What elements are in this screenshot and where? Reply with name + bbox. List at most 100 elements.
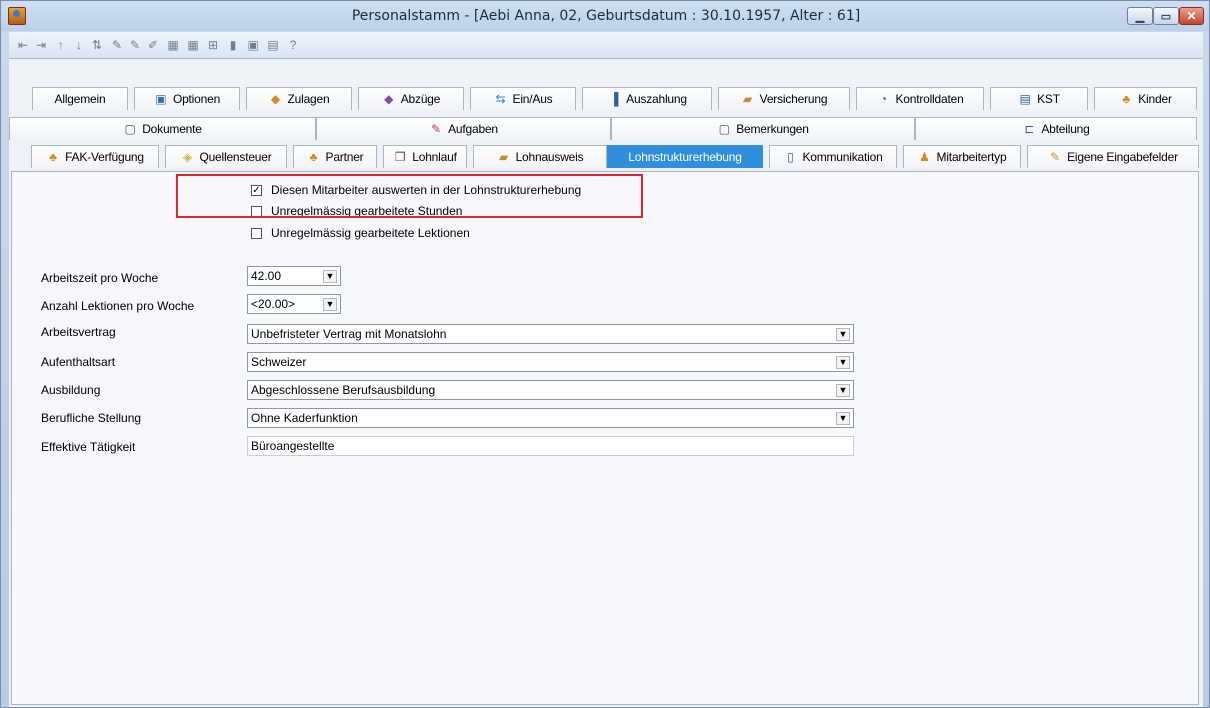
sort-icon[interactable]: ⇅ bbox=[89, 37, 105, 53]
lektionen-combo[interactable]: <20.00> ▼ bbox=[247, 294, 341, 314]
label-lektionen: Anzahl Lektionen pro Woche bbox=[41, 299, 195, 313]
employee-type-icon: ♟ bbox=[919, 150, 930, 164]
department-icon: ⊏ bbox=[1024, 122, 1035, 136]
chevron-down-icon[interactable]: ▼ bbox=[323, 298, 337, 311]
tab-row-3: ♣ FAK-Verfügung ◈ Quellensteuer ♣ Partner ❐… bbox=[9, 145, 1199, 169]
tab-auszahlung[interactable]: ▐ Auszahlung bbox=[582, 87, 712, 110]
tab-optionen[interactable]: ▣ Optionen bbox=[134, 87, 240, 110]
tab-row-1: Allgemein ▣ Optionen ◆ Zulagen ◆ Abzüge ⇆ Ei… bbox=[9, 87, 1199, 111]
tab-label: Quellensteuer bbox=[199, 150, 272, 164]
children-icon: ♣ bbox=[1122, 92, 1131, 106]
berufliche-stellung-combo[interactable]: Ohne Kaderfunktion ▼ bbox=[247, 408, 854, 428]
document-icon: ▢ bbox=[124, 122, 136, 136]
tab-ein-aus[interactable]: ⇆ Ein/Aus bbox=[470, 87, 576, 110]
payroll-icon: ❐ bbox=[394, 150, 406, 164]
tab-versicherung[interactable]: ▰ Versicherung bbox=[718, 87, 850, 110]
personalstamm-window: Personalstamm - [Aebi Anna, 02, Geburtsd… bbox=[0, 0, 1210, 708]
tab-lohnausweis[interactable]: ▰ Lohnausweis bbox=[473, 145, 607, 168]
tab-dokumente[interactable]: ▢ Dokumente bbox=[9, 117, 316, 140]
payout-icon: ▐ bbox=[609, 92, 619, 106]
prev-record-icon[interactable]: ↑ bbox=[53, 37, 69, 53]
tab-label: Eigene Eingabefelder bbox=[1067, 150, 1178, 164]
tab-aufgaben[interactable]: ✎ Aufgaben bbox=[316, 117, 611, 140]
label-arbeitsvertrag: Arbeitsvertrag bbox=[41, 325, 116, 339]
insurance-icon: ▰ bbox=[743, 92, 753, 106]
tab-abzuege[interactable]: ◆ Abzüge bbox=[358, 87, 464, 110]
grid-icon[interactable]: ▦ bbox=[165, 37, 181, 53]
combo-value: Abgeschlossene Berufsausbildung bbox=[251, 383, 436, 397]
insert-icon[interactable]: ⊞ bbox=[205, 37, 221, 53]
tab-allgemein[interactable]: Allgemein bbox=[32, 87, 128, 110]
certificate-icon: ▰ bbox=[498, 150, 509, 164]
phone-icon: ▯ bbox=[787, 150, 794, 164]
tax-icon: ◈ bbox=[182, 150, 193, 164]
input-value: Büroangestellte bbox=[251, 439, 335, 453]
chevron-down-icon[interactable]: ▼ bbox=[836, 328, 850, 341]
spellcheck-all-icon[interactable]: ✎ bbox=[127, 37, 143, 53]
chevron-down-icon[interactable]: ▼ bbox=[836, 356, 850, 369]
tab-lohnlauf[interactable]: ❐ Lohnlauf bbox=[383, 145, 467, 168]
combo-value: Unbefristeter Vertrag mit Monatslohn bbox=[251, 327, 447, 341]
control-icon: ◔ bbox=[879, 92, 888, 106]
tab-label: Kommunikation bbox=[802, 150, 883, 164]
tab-label: Lohnstrukturerhebung bbox=[628, 150, 742, 164]
maximize-icon: ▭ bbox=[1160, 10, 1172, 23]
tab-label: Abzüge bbox=[400, 92, 441, 106]
arbeitszeit-combo[interactable]: 42.00 ▼ bbox=[247, 266, 341, 286]
tab-kinder[interactable]: ♣ Kinder bbox=[1094, 87, 1197, 110]
tab-label: Versicherung bbox=[759, 92, 828, 106]
tab-label: Lohnlauf bbox=[412, 150, 457, 164]
checkbox-unregelmaessig-lektionen[interactable] bbox=[251, 228, 262, 239]
tab-zulagen[interactable]: ◆ Zulagen bbox=[246, 87, 352, 110]
tab-label: Kontrolldaten bbox=[895, 92, 964, 106]
tab-label: Allgemein bbox=[54, 92, 106, 106]
aufenthaltsart-combo[interactable]: Schweizer ▼ bbox=[247, 352, 854, 372]
next-record-icon[interactable]: ↓ bbox=[71, 37, 87, 53]
spellcheck-icon[interactable]: ✎ bbox=[109, 37, 125, 53]
custom-fields-icon: ✎ bbox=[1050, 150, 1061, 164]
tab-label: Bemerkungen bbox=[736, 122, 809, 136]
checkbox-unregelmaessig-lektionen-label[interactable]: Unregelmässig gearbeitete Lektionen bbox=[271, 226, 470, 240]
label-berufliche-stellung: Berufliche Stellung bbox=[41, 411, 142, 425]
allowance-icon: ◆ bbox=[270, 92, 281, 106]
tab-kontrolldaten[interactable]: ◔ Kontrolldaten bbox=[856, 87, 984, 110]
close-icon: ✕ bbox=[1186, 9, 1197, 23]
help-icon[interactable]: ? bbox=[285, 37, 301, 53]
tab-quellensteuer[interactable]: ◈ Quellensteuer bbox=[165, 145, 287, 168]
tab-label: Lohnausweis bbox=[515, 150, 584, 164]
effektive-taetigkeit-input[interactable]: Büroangestellte bbox=[247, 436, 854, 456]
arbeitsvertrag-combo[interactable]: Unbefristeter Vertrag mit Monatslohn ▼ bbox=[247, 324, 854, 344]
tab-label: FAK-Verfügung bbox=[65, 150, 144, 164]
edit-icon[interactable]: ✐ bbox=[145, 37, 161, 53]
family-icon: ♣ bbox=[49, 150, 58, 164]
chevron-down-icon[interactable]: ▼ bbox=[836, 384, 850, 397]
grid-alt-icon[interactable]: ▦ bbox=[185, 37, 201, 53]
tab-eigene-eingabefelder[interactable]: ✎ Eigene Eingabefelder bbox=[1027, 145, 1199, 168]
print-icon[interactable]: ▤ bbox=[265, 37, 281, 53]
first-record-icon[interactable]: ⇤ bbox=[15, 37, 31, 53]
tab-bemerkungen[interactable]: ▢ Bemerkungen bbox=[611, 117, 915, 140]
tab-label: Dokumente bbox=[142, 122, 202, 136]
chevron-down-icon[interactable]: ▼ bbox=[836, 412, 850, 425]
combo-value: Ohne Kaderfunktion bbox=[251, 411, 358, 425]
minimize-button[interactable]: ▁ bbox=[1127, 7, 1153, 25]
tab-mitarbeitertyp[interactable]: ♟ Mitarbeitertyp bbox=[903, 145, 1021, 168]
label-arbeitszeit: Arbeitszeit pro Woche bbox=[41, 271, 159, 285]
last-record-icon[interactable]: ⇥ bbox=[33, 37, 49, 53]
maximize-button[interactable]: ▭ bbox=[1153, 7, 1179, 25]
tab-abteilung[interactable]: ⊏ Abteilung bbox=[915, 117, 1197, 140]
tab-label: Ein/Aus bbox=[512, 92, 553, 106]
tab-kommunikation[interactable]: ▯ Kommunikation bbox=[769, 145, 897, 168]
ausbildung-combo[interactable]: Abgeschlossene Berufsausbildung ▼ bbox=[247, 380, 854, 400]
close-button[interactable]: ✕ bbox=[1179, 7, 1204, 25]
tab-kst[interactable]: ▤ KST bbox=[990, 87, 1088, 110]
title-bar[interactable]: Personalstamm - [Aebi Anna, 02, Geburtsd… bbox=[1, 1, 1209, 31]
partner-icon: ♣ bbox=[309, 150, 318, 164]
save-icon[interactable]: ▣ bbox=[245, 37, 261, 53]
deduction-icon: ◆ bbox=[384, 92, 394, 106]
delete-icon[interactable]: ▮ bbox=[225, 37, 241, 53]
chevron-down-icon[interactable]: ▼ bbox=[323, 270, 337, 283]
tab-partner[interactable]: ♣ Partner bbox=[293, 145, 377, 168]
tab-fak-verfuegung[interactable]: ♣ FAK-Verfügung bbox=[31, 145, 159, 168]
tab-lohnstrukturerhebung[interactable]: Lohnstrukturerhebung bbox=[607, 145, 763, 168]
